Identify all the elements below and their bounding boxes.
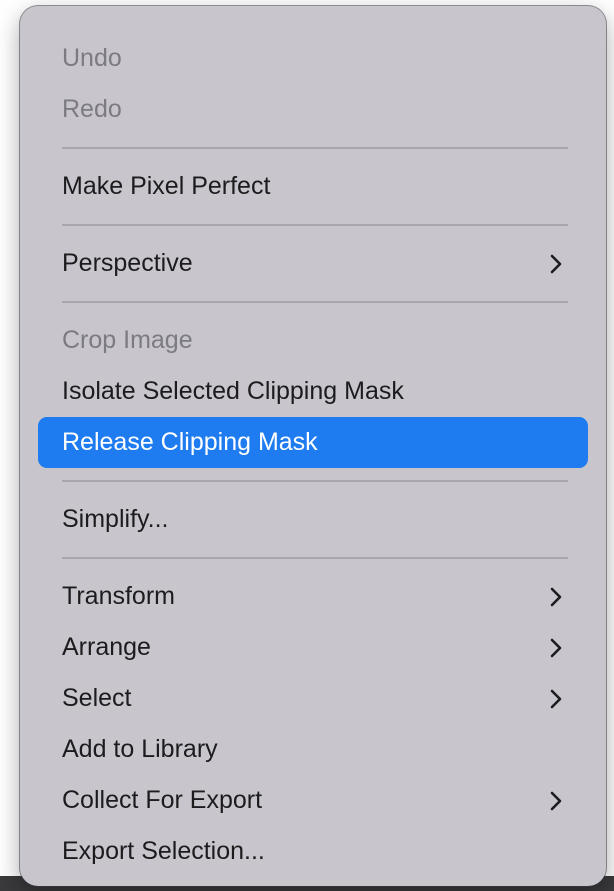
menu-item-label: Crop Image — [62, 326, 193, 354]
menu-separator — [62, 212, 568, 238]
menu-separator — [62, 468, 568, 494]
menu-item-label: Arrange — [62, 633, 151, 661]
menu-item-label: Collect For Export — [62, 786, 263, 814]
context-menu: Undo Redo Make Pixel Perfect Perspective… — [20, 6, 606, 886]
chevron-right-icon — [548, 252, 564, 276]
menu-item-make-pixel-perfect[interactable]: Make Pixel Perfect — [38, 161, 588, 212]
menu-item-label: Undo — [62, 44, 122, 72]
menu-item-export-selection[interactable]: Export Selection... — [38, 826, 588, 877]
menu-item-label: Export Selection... — [62, 837, 265, 865]
menu-item-arrange[interactable]: Arrange — [38, 622, 588, 673]
menu-item-release-clipping-mask[interactable]: Release Clipping Mask — [38, 417, 588, 468]
chevron-right-icon — [548, 687, 564, 711]
menu-separator — [62, 545, 568, 571]
menu-item-label: Perspective — [62, 249, 193, 277]
menu-item-transform[interactable]: Transform — [38, 571, 588, 622]
menu-item-undo[interactable]: Undo — [38, 33, 588, 84]
menu-item-label: Release Clipping Mask — [62, 428, 318, 456]
chevron-right-icon — [548, 585, 564, 609]
menu-item-add-to-library[interactable]: Add to Library — [38, 724, 588, 775]
menu-item-label: Isolate Selected Clipping Mask — [62, 377, 404, 405]
menu-item-select[interactable]: Select — [38, 673, 588, 724]
menu-item-label: Transform — [62, 582, 175, 610]
menu-item-perspective[interactable]: Perspective — [38, 238, 588, 289]
menu-item-isolate-selected-clipping-mask[interactable]: Isolate Selected Clipping Mask — [38, 366, 588, 417]
menu-item-label: Make Pixel Perfect — [62, 172, 271, 200]
menu-item-redo[interactable]: Redo — [38, 84, 588, 135]
menu-item-crop-image[interactable]: Crop Image — [38, 315, 588, 366]
menu-item-collect-for-export[interactable]: Collect For Export — [38, 775, 588, 826]
menu-item-label: Select — [62, 684, 132, 712]
menu-item-label: Redo — [62, 95, 122, 123]
menu-item-label: Simplify... — [62, 505, 169, 533]
menu-separator — [62, 289, 568, 315]
chevron-right-icon — [548, 636, 564, 660]
menu-item-simplify[interactable]: Simplify... — [38, 494, 588, 545]
menu-separator — [62, 135, 568, 161]
chevron-right-icon — [548, 789, 564, 813]
menu-item-label: Add to Library — [62, 735, 218, 763]
